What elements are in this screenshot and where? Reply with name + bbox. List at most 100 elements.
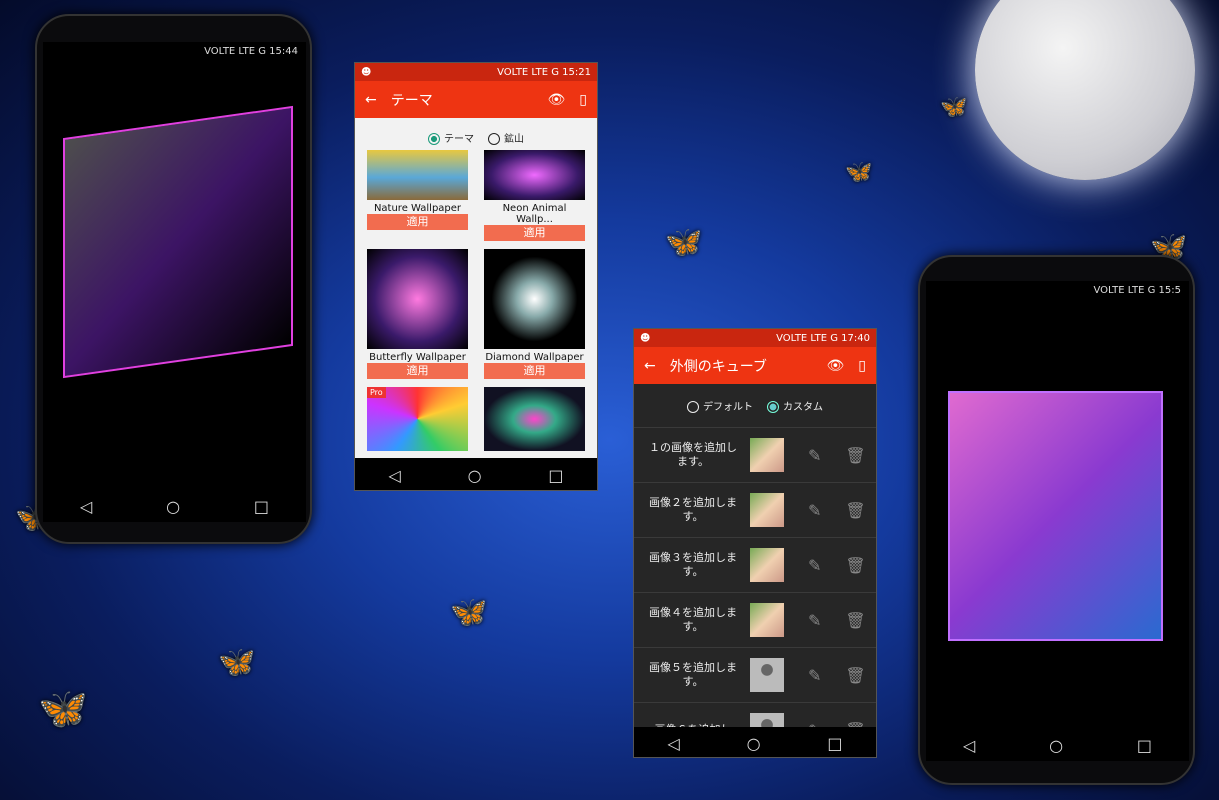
arrow-left-icon[interactable]: ← (644, 358, 656, 374)
recents-nav-icon[interactable]: □ (254, 497, 269, 516)
moon (975, 0, 1195, 180)
theme-name: Diamond Wallpaper (485, 352, 584, 363)
apply-button[interactable]: 適用 (367, 363, 468, 379)
theme-name: Nature Wallpaper (373, 203, 462, 214)
mode-radio-group: デフォルト カスタム (634, 384, 876, 428)
status-time: 15:44 (269, 46, 298, 57)
apply-button[interactable]: 適用 (484, 363, 585, 379)
theme-thumbnail (367, 150, 468, 200)
image-thumbnail[interactable] (750, 438, 784, 472)
radio-icon (488, 132, 500, 145)
image-row: １の画像を追加します。 ✎ 🗑 (634, 428, 876, 483)
image-row: 画像４を追加します。 ✎ 🗑 (634, 593, 876, 648)
home-nav-icon[interactable]: ○ (1049, 736, 1063, 755)
status-bar: VOLTE LTE G 15:44 (204, 46, 298, 57)
cube-image (63, 105, 293, 379)
trash-icon[interactable]: 🗑 (845, 501, 865, 520)
row-label: 画像４を追加します。 (649, 606, 737, 633)
theme-card[interactable]: Nature Wallpaper 適用 (367, 150, 468, 241)
nav-bar: ◁ ○ □ (926, 736, 1189, 755)
theme-thumbnail: Pro (367, 387, 468, 451)
image-row: 画像５を追加します。 ✎ 🗑 (634, 648, 876, 703)
status-bar: ☻ VOLTE LTE G 15:21 (355, 63, 597, 81)
page-title: テーマ (390, 92, 433, 109)
radio-icon (428, 132, 440, 145)
radio-default[interactable]: デフォルト (687, 398, 753, 413)
image-thumbnail[interactable] (750, 603, 784, 637)
pencil-icon[interactable]: ✎ (808, 556, 821, 575)
theme-card[interactable]: Diamond Wallpaper 適用 (484, 249, 585, 379)
image-thumbnail[interactable] (750, 658, 784, 692)
radio-theme[interactable]: テーマ (428, 130, 474, 145)
recents-nav-icon[interactable]: □ (1137, 736, 1152, 755)
trash-icon[interactable]: 🗑 (845, 446, 865, 465)
radio-label: カスタム (783, 402, 823, 413)
theme-card[interactable]: Butterfly Wallpaper 適用 (367, 249, 468, 379)
radio-custom[interactable]: カスタム (767, 398, 823, 413)
eye-icon[interactable]: 👁 (548, 92, 566, 108)
pro-badge: Pro (367, 387, 386, 398)
image-row: 画像３を追加します。 ✎ 🗑 (634, 538, 876, 593)
phone-icon[interactable]: ▯ (579, 92, 587, 108)
radio-label: デフォルト (703, 402, 753, 413)
nav-bar: ◁ ○ □ (43, 497, 306, 516)
image-row: 画像２を追加します。 ✎ 🗑 (634, 483, 876, 538)
theme-thumbnail (484, 249, 585, 349)
android-icon: ☻ (640, 332, 651, 344)
status-icons: VOLTE LTE G (776, 332, 838, 344)
trash-icon[interactable]: 🗑 (845, 611, 865, 630)
back-nav-icon[interactable]: ◁ (388, 466, 400, 485)
recents-nav-icon[interactable]: □ (827, 734, 842, 753)
cube-image (948, 391, 1163, 641)
theme-card[interactable] (484, 387, 585, 451)
butterfly-icon: 🦋 (845, 160, 873, 185)
theme-name: Neon Animal Wallp... (502, 203, 567, 225)
radio-mine[interactable]: 鉱山 (488, 130, 524, 145)
nav-bar: ◁ ○ □ (634, 727, 876, 757)
status-time: 17:40 (841, 332, 870, 344)
home-nav-icon[interactable]: ○ (468, 466, 482, 485)
arrow-left-icon[interactable]: ← (365, 92, 377, 108)
pencil-icon[interactable]: ✎ (808, 501, 821, 520)
status-time: 15:21 (562, 66, 591, 78)
back-nav-icon[interactable]: ◁ (963, 736, 975, 755)
status-time: 15:5 (1158, 285, 1181, 296)
page-title: 外側のキューブ (669, 358, 767, 375)
cube-settings-screen: ☻ VOLTE LTE G 17:40 ← 外側のキューブ 👁 ▯ デフォルト カ… (633, 328, 877, 758)
theme-card[interactable]: Pro (367, 387, 468, 451)
image-list: １の画像を追加します。 ✎ 🗑 画像２を追加します。 ✎ 🗑 画像３を追加します。 ✎ 🗑 画像４… (634, 428, 876, 757)
apply-button[interactable]: 適用 (484, 225, 585, 241)
status-bar: VOLTE LTE G 15:5 (1093, 285, 1181, 296)
theme-screen: ☻ VOLTE LTE G 15:21 ← テーマ 👁 ▯ テーマ 鉱山 Natu… (354, 62, 598, 491)
butterfly-icon: 🦋 (38, 686, 88, 732)
status-icons: VOLTE LTE G (204, 46, 266, 57)
theme-card[interactable]: Neon Animal Wallp... 適用 (484, 150, 585, 241)
pencil-icon[interactable]: ✎ (808, 611, 821, 630)
recents-nav-icon[interactable]: □ (548, 466, 563, 485)
row-label: 画像３を追加します。 (649, 551, 737, 578)
back-nav-icon[interactable]: ◁ (667, 734, 679, 753)
trash-icon[interactable]: 🗑 (845, 556, 865, 575)
butterfly-icon: 🦋 (218, 645, 256, 680)
theme-thumbnail (367, 249, 468, 349)
image-thumbnail[interactable] (750, 548, 784, 582)
back-nav-icon[interactable]: ◁ (80, 497, 92, 516)
radio-icon (767, 401, 779, 413)
status-icons: VOLTE LTE G (1093, 285, 1156, 296)
android-icon: ☻ (361, 66, 372, 78)
row-label: 画像５を追加します。 (649, 661, 737, 688)
apply-button[interactable]: 適用 (367, 214, 468, 230)
image-thumbnail[interactable] (750, 493, 784, 527)
home-nav-icon[interactable]: ○ (747, 734, 761, 753)
trash-icon[interactable]: 🗑 (845, 666, 865, 685)
pencil-icon[interactable]: ✎ (808, 666, 821, 685)
eye-icon[interactable]: 👁 (827, 358, 845, 374)
nav-bar: ◁ ○ □ (355, 458, 597, 490)
butterfly-icon: 🦋 (450, 595, 488, 630)
pencil-icon[interactable]: ✎ (808, 446, 821, 465)
theme-grid: Nature Wallpaper 適用 Neon Animal Wallp... 適… (355, 150, 597, 451)
status-bar: ☻ VOLTE LTE G 17:40 (634, 329, 876, 347)
home-nav-icon[interactable]: ○ (166, 497, 180, 516)
phone-icon[interactable]: ▯ (858, 358, 866, 374)
radio-label: 鉱山 (504, 133, 524, 145)
